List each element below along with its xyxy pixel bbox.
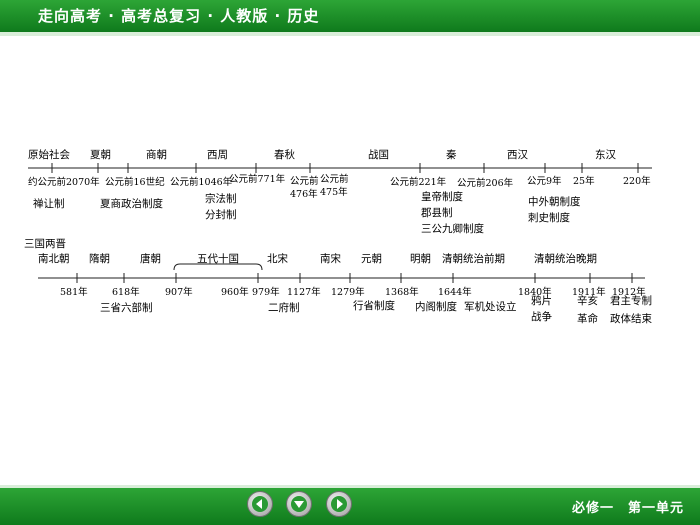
date-label: 公元9年 xyxy=(527,175,562,187)
institution-label: 辛亥 xyxy=(577,294,598,307)
institution-label: 夏商政治制度 xyxy=(100,197,163,210)
date-label: 979年 xyxy=(252,286,280,298)
institution-label: 政体结束 xyxy=(610,312,652,325)
era-label: 隋朝 xyxy=(89,252,110,265)
institution-label: 皇帝制度 xyxy=(421,190,463,203)
timeline-1: 原始社会 夏朝 商朝 西周 春秋 战国 秦 西汉 东汉 约公元前2070年 公元… xyxy=(28,148,652,235)
date-label: 1127年 xyxy=(287,286,321,298)
era-label: 西周 xyxy=(207,149,228,161)
date-label: 220年 xyxy=(623,175,651,187)
era-label: 清朝统治晚期 xyxy=(534,252,597,265)
era-label: 明朝 xyxy=(410,253,431,265)
institution-label: 中外朝制度 xyxy=(528,195,581,208)
institution-label: 三公九卿制度 xyxy=(421,222,484,235)
date-label: 25年 xyxy=(573,175,595,187)
era-label: 春秋 xyxy=(274,148,295,161)
era-label: 清朝统治前期 xyxy=(442,252,505,265)
date-label: 公元前771年 xyxy=(229,173,286,185)
era-label: 原始社会 xyxy=(28,148,70,161)
date-label: 公元前1046年 xyxy=(170,176,233,188)
institution-label: 刺史制度 xyxy=(528,211,570,224)
header-title: 走向高考 · 高考总复习 · 人教版 · 历史 xyxy=(38,7,320,25)
era-label: 夏朝 xyxy=(90,149,111,161)
arrow-right-icon xyxy=(331,496,347,512)
era-label: 秦 xyxy=(446,148,457,161)
era-label: 唐朝 xyxy=(140,252,161,265)
institution-label: 分封制 xyxy=(205,208,237,221)
institution-label: 三省六部制 xyxy=(100,301,153,314)
date-label: 475年 xyxy=(320,186,348,198)
date-label: 1368年 xyxy=(385,286,419,298)
institution-label: 内阁制度 xyxy=(415,300,457,313)
footer-section-label: 必修一 第一单元 xyxy=(571,501,684,516)
institution-label: 战争 xyxy=(531,310,552,323)
home-slide-button[interactable] xyxy=(286,491,312,517)
date-label: 公元前221年 xyxy=(390,176,447,188)
era-label: 西汉 xyxy=(507,149,528,161)
date-label: 公元前16世纪 xyxy=(105,176,165,188)
arrow-left-icon xyxy=(252,496,268,512)
institution-label: 君主专制 xyxy=(610,294,652,307)
date-label: 1279年 xyxy=(331,286,365,298)
institution-label: 郡县制 xyxy=(421,206,453,219)
institution-label: 宗法制 xyxy=(205,192,237,205)
institution-label: 禅让制 xyxy=(33,197,65,210)
date-label: 907年 xyxy=(165,286,193,298)
header-bar: 走向高考 · 高考总复习 · 人教版 · 历史 xyxy=(0,0,700,32)
era-label: 五代十国 xyxy=(197,252,239,265)
era-label: 南宋 xyxy=(320,252,341,265)
era-label: 元朝 xyxy=(361,253,382,265)
timeline-2: 三国两晋 南北朝 隋朝 唐朝 五代十国 北宋 南宋 元朝 明朝 清朝统治前期 清… xyxy=(24,238,652,325)
institution-label: 行省制度 xyxy=(353,299,395,312)
era-label: 商朝 xyxy=(146,148,167,161)
date-label: 约公元前2070年 xyxy=(28,176,100,188)
next-slide-button[interactable] xyxy=(326,491,352,517)
institution-label: 军机处设立 xyxy=(464,300,517,313)
footer-bar: 必修一 第一单元 xyxy=(0,488,700,525)
era-label: 北宋 xyxy=(267,252,288,265)
history-timeline-diagram: 原始社会 夏朝 商朝 西周 春秋 战国 秦 西汉 东汉 约公元前2070年 公元… xyxy=(24,148,652,325)
era-label: 东汉 xyxy=(595,148,616,161)
institution-label: 革命 xyxy=(577,312,598,325)
date-label: 960年 xyxy=(221,286,249,298)
arrow-down-icon xyxy=(291,496,307,512)
era-label: 三国两晋 xyxy=(24,238,66,250)
institution-label: 鸦片 xyxy=(531,294,552,307)
date-label: 公元前206年 xyxy=(457,177,514,189)
prev-slide-button[interactable] xyxy=(247,491,273,517)
date-label: 618年 xyxy=(112,286,140,298)
era-label: 南北朝 xyxy=(38,252,70,265)
date-label: 公元前 xyxy=(290,175,319,187)
date-label: 476年 xyxy=(290,188,318,200)
institution-label: 二府制 xyxy=(268,301,300,314)
date-label: 1644年 xyxy=(438,286,472,298)
date-label: 581年 xyxy=(60,286,88,298)
date-label: 公元前 xyxy=(320,173,349,185)
era-label: 战国 xyxy=(368,149,389,161)
